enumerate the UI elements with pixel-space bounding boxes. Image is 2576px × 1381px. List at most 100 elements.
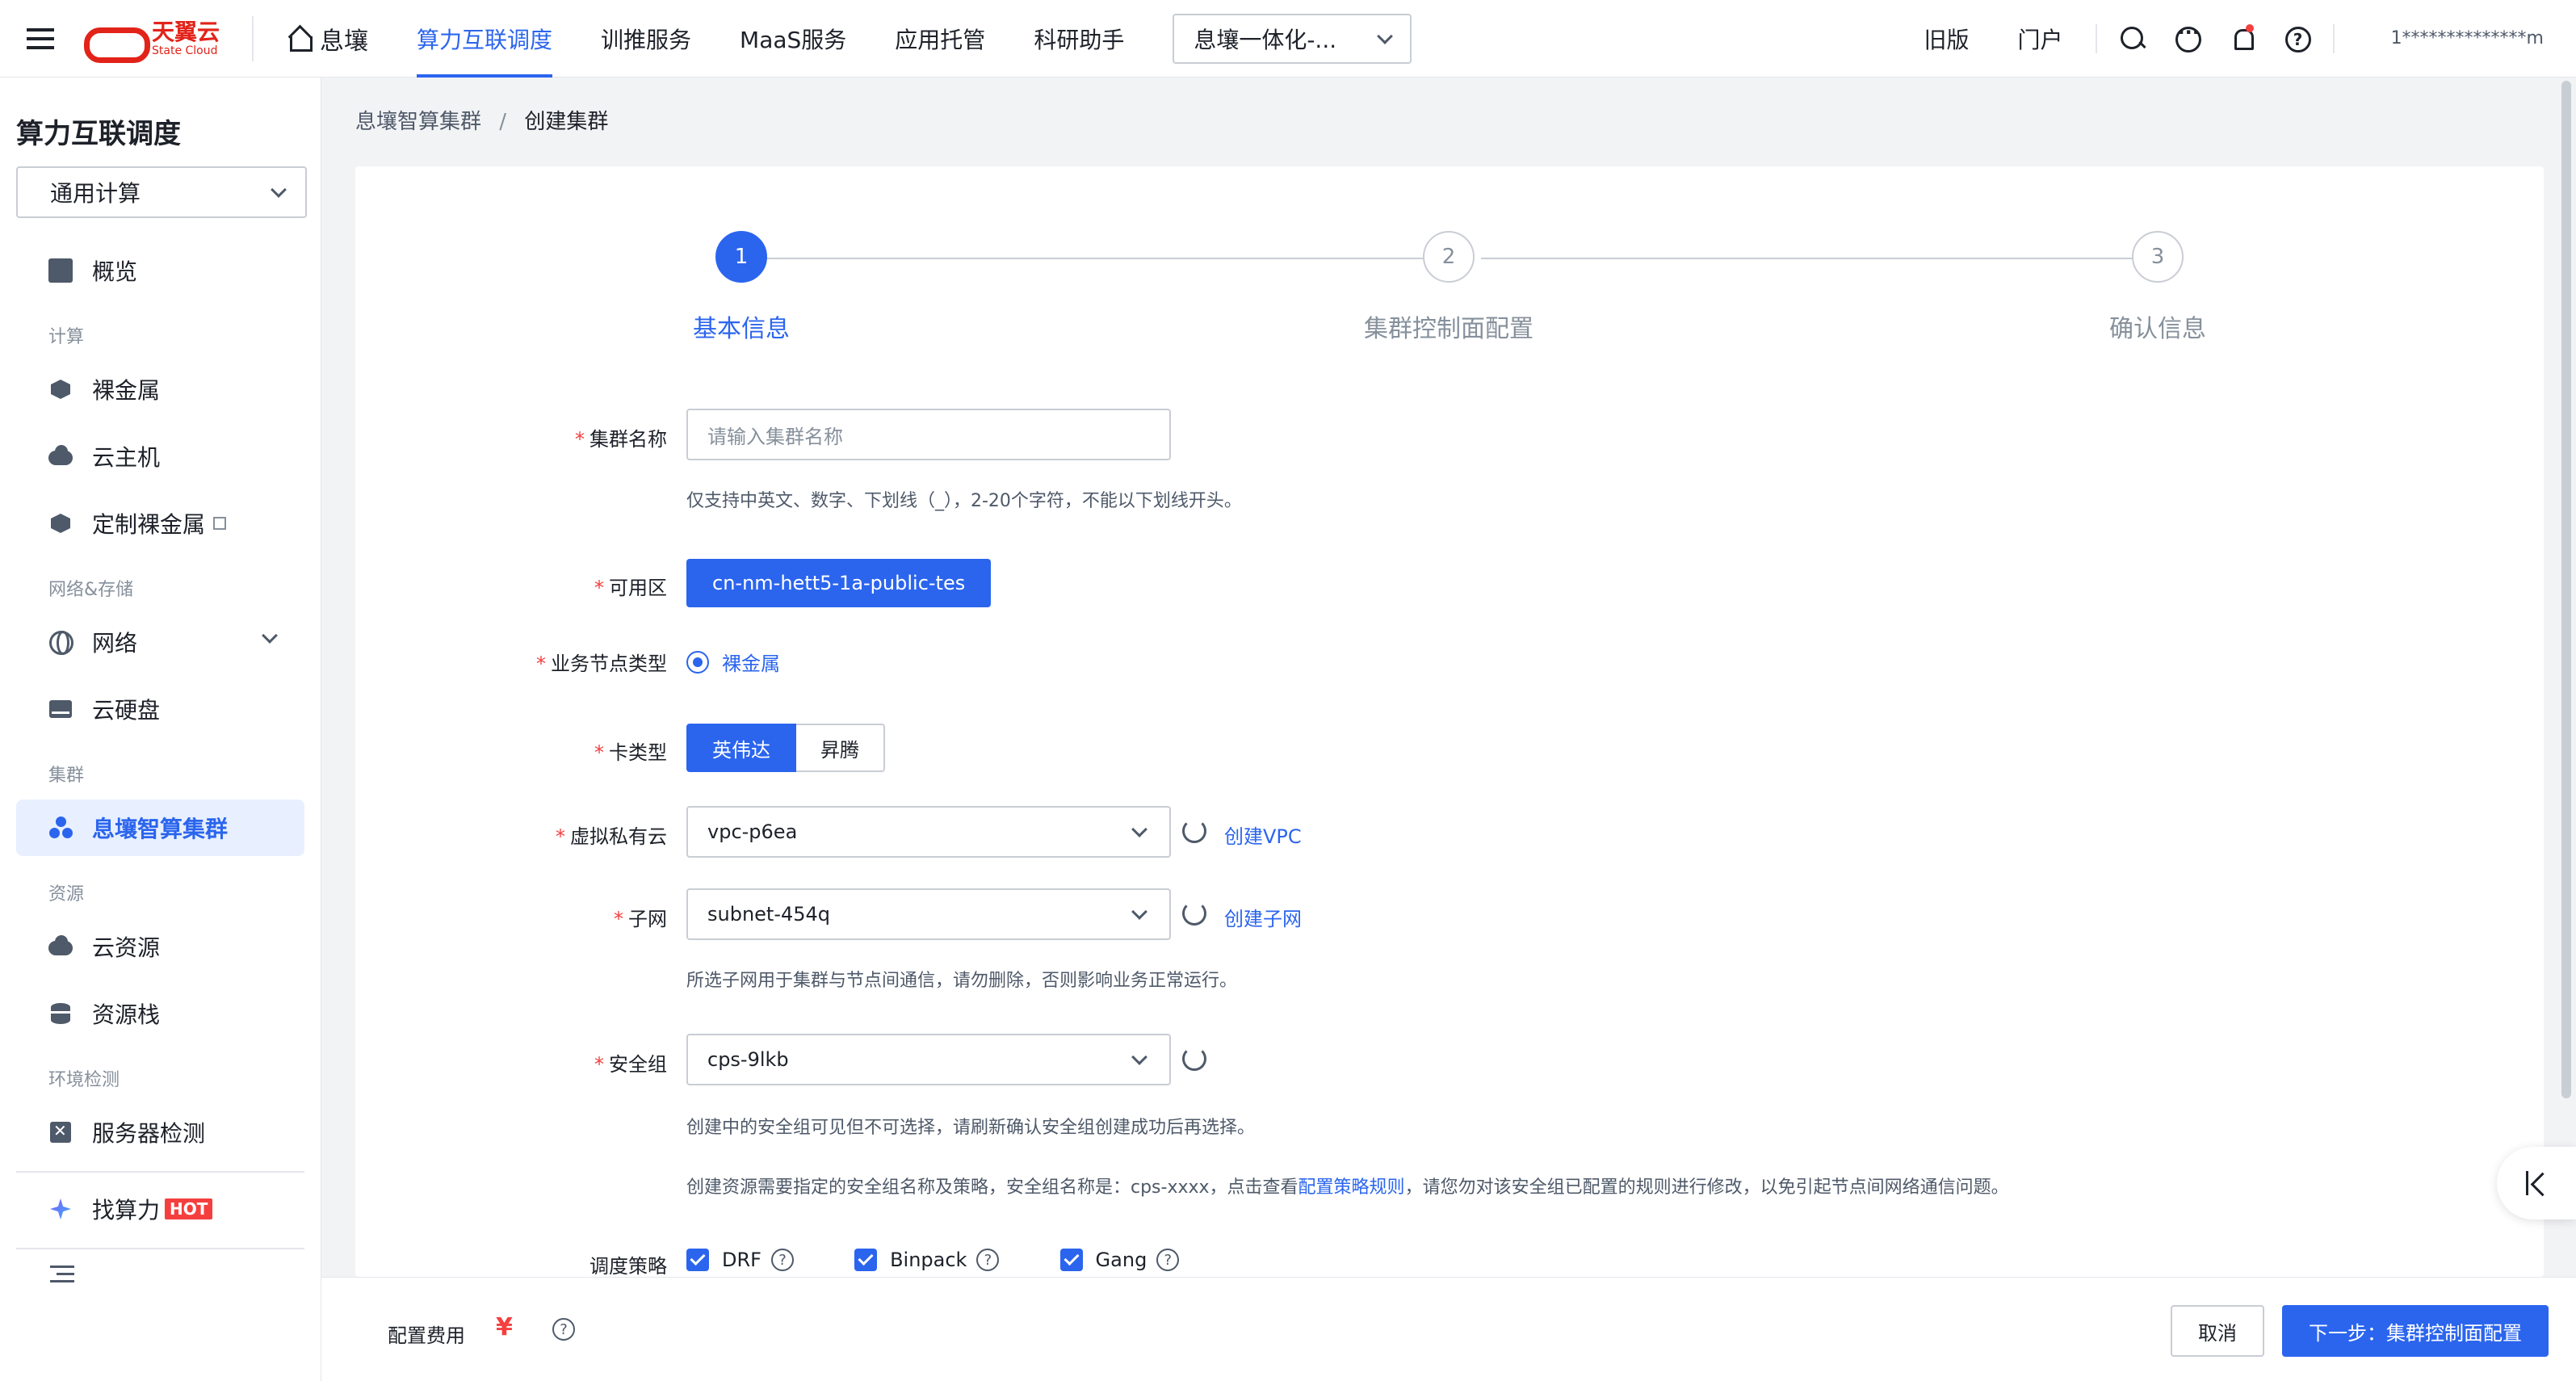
menu-icon[interactable] <box>0 0 81 78</box>
breadcrumb: 息壤智算集群 / 创建集群 <box>355 110 609 134</box>
sidebar-item-cluster[interactable]: 息壤智算集群 <box>16 800 304 856</box>
sidebar-title: 算力互联调度 <box>16 118 181 150</box>
chart-icon <box>48 258 73 283</box>
hot-badge: HOT <box>165 1198 213 1219</box>
old-version-link[interactable]: 旧版 <box>1900 23 1994 55</box>
security-group-select[interactable]: cps-9lkb <box>686 1034 1171 1085</box>
cluster-name-input[interactable]: 请输入集群名称 <box>686 409 1171 460</box>
cluster-icon <box>48 816 73 840</box>
sidebar-item-custom-baremetal[interactable]: 定制裸金属 <box>16 495 304 552</box>
search-icon[interactable] <box>2118 24 2147 53</box>
fee-help-icon[interactable]: ? <box>552 1318 575 1341</box>
chevron-down-icon <box>1131 1049 1147 1065</box>
nav-home[interactable]: 息壤 <box>286 0 392 78</box>
sidebar-item-baremetal[interactable]: 裸金属 <box>16 361 304 418</box>
sidebar-item-server-check[interactable]: 服务器检测 <box>16 1104 304 1161</box>
steps: 1 2 3 基本信息 集群控制面配置 确认信息 <box>355 231 2544 344</box>
scheduling-drf-checkbox[interactable]: DRF ? <box>686 1249 794 1271</box>
sidebar-group-env-check: 环境检测 <box>48 1070 120 1090</box>
cloud-resource-icon <box>48 934 73 959</box>
help-icon[interactable] <box>2283 24 2312 53</box>
card-type-ascend[interactable]: 昇腾 <box>796 724 885 772</box>
checkbox-checked-icon <box>686 1249 709 1271</box>
step-3-label: 确认信息 <box>2109 315 2206 343</box>
policy-rules-link[interactable]: 配置策略规则 <box>1298 1177 1405 1198</box>
create-vpc-link[interactable]: 创建VPC <box>1224 821 1302 849</box>
tool-icon <box>48 1120 73 1144</box>
portal-link[interactable]: 门户 <box>1994 23 2087 55</box>
cube-icon <box>48 511 73 535</box>
nav-app-hosting[interactable]: 应用托管 <box>871 0 1009 78</box>
sidebar-item-overview[interactable]: 概览 <box>16 242 304 299</box>
chevron-down-icon <box>1131 904 1147 920</box>
chevron-down-icon <box>1131 821 1147 837</box>
nav-maas[interactable]: MaaS服务 <box>715 0 871 78</box>
sidebar: 算力互联调度 通用计算 概览 计算 裸金属 云主机 定制裸金属 网络&存储 网络 <box>0 78 321 1381</box>
nav-training-service[interactable]: 训推服务 <box>577 0 715 78</box>
help-icon[interactable]: ? <box>1156 1249 1180 1271</box>
sidebar-item-cloud-resource[interactable]: 云资源 <box>16 918 304 975</box>
sidebar-item-find-compute[interactable]: 找算力 HOT <box>16 1181 304 1237</box>
zone-label: * 可用区 <box>594 577 667 599</box>
nav-research-assistant[interactable]: 科研助手 <box>1009 0 1148 78</box>
collapse-sidebar-icon[interactable] <box>50 1266 74 1285</box>
workspace-select[interactable]: 息壤一体化-... <box>1173 13 1412 64</box>
bell-icon[interactable] <box>2228 23 2257 53</box>
card-type-segment: 英伟达 昇腾 <box>686 724 885 772</box>
scheduling-label: 调度策略 <box>589 1255 667 1278</box>
radio-selected-icon <box>686 650 709 674</box>
node-type-radio-baremetal[interactable]: 裸金属 <box>686 648 780 676</box>
subnet-hint: 所选子网用于集群与节点间通信，请勿删除，否则影响业务正常运行。 <box>686 971 1238 991</box>
subnet-select[interactable]: subnet-454q <box>686 888 1171 940</box>
cloud-icon <box>48 444 73 468</box>
cancel-button[interactable]: 取消 <box>2171 1305 2264 1357</box>
breadcrumb-parent[interactable]: 息壤智算集群 <box>355 110 481 134</box>
step-1-label: 基本信息 <box>693 315 790 343</box>
cloud-logo-icon <box>81 21 150 63</box>
home-icon <box>286 27 313 52</box>
sidebar-group-resource: 资源 <box>48 884 85 905</box>
top-bar: 天翼云 State Cloud 息壤 算力互联调度 训推服务 MaaS服务 应用… <box>0 0 2576 78</box>
cluster-name-hint: 仅支持中英文、数字、下划线（_），2-20个字符，不能以下划线开头。 <box>686 491 1242 511</box>
user-account[interactable]: 1**************m <box>2391 28 2544 48</box>
step-3-circle: 3 <box>2132 231 2184 283</box>
vpc-select[interactable]: vpc-p6ea <box>686 806 1171 858</box>
database-icon <box>48 1001 73 1026</box>
top-nav: 息壤 算力互联调度 训推服务 MaaS服务 应用托管 科研助手 <box>286 0 1148 78</box>
scheduling-binpack-checkbox[interactable]: Binpack ? <box>854 1249 1000 1271</box>
collapse-panel-icon[interactable] <box>2497 1147 2576 1219</box>
card-type-nvidia[interactable]: 英伟达 <box>686 724 796 772</box>
zone-option[interactable]: cn-nm-hett5-1a-public-tes <box>686 559 992 607</box>
scheduling-gang-checkbox[interactable]: Gang ? <box>1059 1249 1180 1271</box>
fee-value: ¥ <box>496 1313 513 1341</box>
sidebar-group-network-storage: 网络&存储 <box>48 580 134 600</box>
compute-type-select[interactable]: 通用计算 <box>16 166 307 218</box>
security-group-label: * 安全组 <box>594 1053 667 1076</box>
checkbox-checked-icon <box>854 1249 878 1271</box>
logo-en: State Cloud <box>152 44 218 57</box>
subnet-refresh-icon[interactable] <box>1182 901 1206 926</box>
checkbox-checked-icon <box>1059 1249 1083 1271</box>
help-icon[interactable]: ? <box>770 1249 794 1271</box>
sidebar-item-resource-stack[interactable]: 资源栈 <box>16 985 304 1042</box>
next-step-button[interactable]: 下一步：集群控制面配置 <box>2282 1305 2549 1357</box>
step-1-circle: 1 <box>715 231 767 283</box>
security-group-refresh-icon[interactable] <box>1182 1047 1206 1071</box>
chevron-down-icon <box>262 628 278 644</box>
sparkle-icon <box>48 1197 73 1221</box>
page-scrollbar[interactable] <box>2561 81 2571 1098</box>
logo[interactable]: 天翼云 State Cloud <box>81 15 254 63</box>
fee-label: 配置费用 <box>388 1324 465 1347</box>
nav-compute-scheduling[interactable]: 算力互联调度 <box>392 0 577 78</box>
vpc-label: * 虚拟私有云 <box>556 825 667 848</box>
chevron-down-icon <box>271 182 287 198</box>
create-subnet-link[interactable]: 创建子网 <box>1224 903 1302 931</box>
sidebar-item-network[interactable]: 网络 <box>16 614 304 670</box>
vpc-refresh-icon[interactable] <box>1182 819 1206 843</box>
security-group-policy-hint: 创建资源需要指定的安全组名称及策略，安全组名称是：cps-xxxx，点击查看配置… <box>686 1177 2009 1198</box>
sidebar-item-vm[interactable]: 云主机 <box>16 428 304 485</box>
sidebar-item-disk[interactable]: 云硬盘 <box>16 681 304 737</box>
external-link-icon <box>213 517 227 530</box>
help-icon[interactable]: ? <box>976 1249 1000 1271</box>
more-icon[interactable] <box>2173 21 2202 53</box>
